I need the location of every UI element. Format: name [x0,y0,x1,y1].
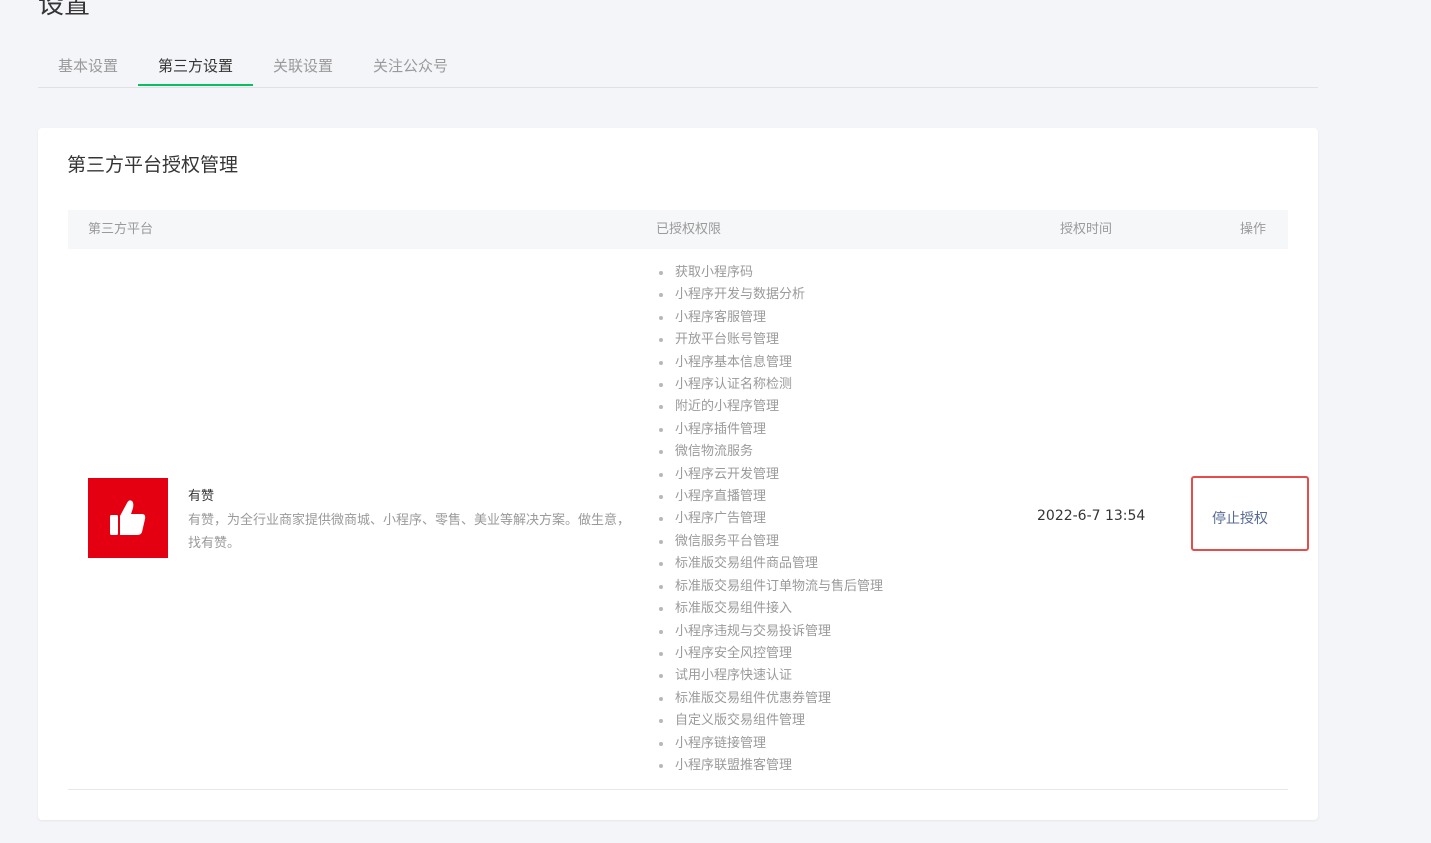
list-item: 标准版交易组件接入 [656,598,883,620]
page-title: 设置 [38,0,91,20]
list-item: 小程序广告管理 [656,508,883,530]
list-item: 小程序云开发管理 [656,464,883,486]
list-item: 试用小程序快速认证 [656,665,883,687]
settings-tabs: 基本设置 第三方设置 关联设置 关注公众号 [38,48,1318,88]
list-item: 标准版交易组件商品管理 [656,553,883,575]
auth-time: 2022-6-7 13:54 [1037,508,1146,524]
header-permissions: 已授权权限 [656,222,722,237]
list-item: 自定义版交易组件管理 [656,710,883,732]
list-item: 标准版交易组件订单物流与售后管理 [656,576,883,598]
platform-name: 有赞 [188,489,215,504]
tab-linked-settings[interactable]: 关联设置 [253,48,353,86]
list-item: 小程序违规与交易投诉管理 [656,621,883,643]
stop-authorization-link[interactable]: 停止授权 [1212,508,1268,528]
list-item: 小程序客服管理 [656,307,883,329]
header-auth-time: 授权时间 [1060,222,1113,237]
table-row: 有赞 有赞，为全行业商家提供微商城、小程序、零售、美业等解决方案。做生意，找有赞… [68,249,1309,790]
tab-basic-settings[interactable]: 基本设置 [38,48,138,86]
list-item: 标准版交易组件优惠券管理 [656,688,883,710]
table-header: 第三方平台 已授权权限 授权时间 操作 [68,210,1288,249]
list-item: 小程序基本信息管理 [656,352,883,374]
list-item: 小程序安全风控管理 [656,643,883,665]
tab-follow-official-account[interactable]: 关注公众号 [353,48,468,86]
header-action: 操作 [1240,222,1267,237]
list-item: 附近的小程序管理 [656,396,883,418]
list-item: 开放平台账号管理 [656,329,883,351]
list-item: 小程序插件管理 [656,419,883,441]
tab-third-party-settings[interactable]: 第三方设置 [138,48,254,86]
thumbs-up-icon [110,500,146,535]
list-item: 小程序开发与数据分析 [656,284,883,306]
header-platform: 第三方平台 [88,222,154,237]
platform-logo [88,478,168,558]
list-item: 小程序直播管理 [656,486,883,508]
card-title: 第三方平台授权管理 [67,154,239,176]
platform-description: 有赞，为全行业商家提供微商城、小程序、零售、美业等解决方案。做生意，找有赞。 [188,513,631,551]
list-item: 微信物流服务 [656,441,883,463]
third-party-auth-card: 第三方平台授权管理 第三方平台 已授权权限 授权时间 操作 有赞 有赞，为全行业… [38,128,1318,820]
list-item: 小程序联盟推客管理 [656,755,883,777]
list-item: 小程序认证名称检测 [656,374,883,396]
permission-list: 获取小程序码 小程序开发与数据分析 小程序客服管理 开放平台账号管理 小程序基本… [656,262,883,777]
auth-table: 第三方平台 已授权权限 授权时间 操作 有赞 有赞，为全行业商家提供微商城、小程… [68,210,1309,790]
list-item: 小程序链接管理 [656,733,883,755]
list-item: 微信服务平台管理 [656,531,883,553]
list-item: 获取小程序码 [656,262,883,284]
